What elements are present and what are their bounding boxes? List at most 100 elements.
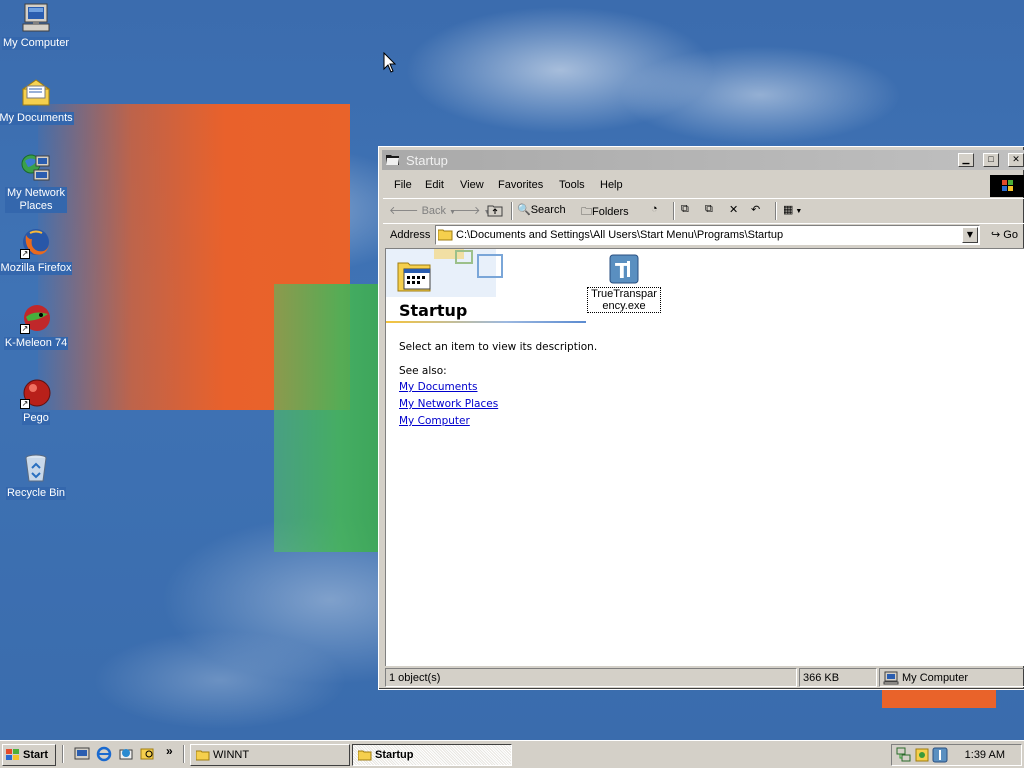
computer-icon xyxy=(20,2,52,34)
forward-arrow-icon: 🡒 xyxy=(451,205,481,217)
desktop-icon-label: My Documents xyxy=(0,112,74,125)
close-button[interactable]: ✕ xyxy=(1008,153,1024,167)
desktop-icon-my-documents[interactable]: My Documents xyxy=(0,77,74,125)
desktop-icon-pego[interactable]: ↗ Pego xyxy=(0,377,74,425)
desktop-icon-label: Pego xyxy=(22,412,50,425)
network-tray-icon[interactable] xyxy=(896,747,912,763)
wallpaper-green-shape xyxy=(274,284,384,552)
menu-help[interactable]: Help xyxy=(600,179,623,191)
menu-tools[interactable]: Tools xyxy=(559,179,585,191)
address-input[interactable]: C:\Documents and Settings\All Users\Star… xyxy=(435,225,980,245)
up-folder-button[interactable] xyxy=(487,203,503,220)
desktop-icon-k-meleon[interactable]: ↗ K-Meleon 74 xyxy=(0,302,74,350)
desktop-icon-label: Mozilla Firefox xyxy=(0,262,73,275)
delete-button[interactable]: ✕ xyxy=(729,203,738,216)
go-button[interactable]: ↪ Go xyxy=(991,228,1018,241)
copy-to-button[interactable]: ⧉ xyxy=(705,203,713,216)
wallpaper-orange-strip xyxy=(882,688,996,708)
search-button[interactable]: 🔍Search xyxy=(517,203,566,216)
go-label: Go xyxy=(1003,229,1018,241)
desktop-icon-my-computer[interactable]: My Computer xyxy=(0,2,74,50)
truetransparency-icon: T xyxy=(608,253,640,285)
forward-button[interactable]: 🡒 ▼ xyxy=(451,203,491,217)
windows-logo-icon xyxy=(990,175,1024,197)
up-folder-icon xyxy=(487,205,503,217)
folder-icon xyxy=(358,750,372,761)
undo-button[interactable]: ↶ xyxy=(751,203,760,216)
history-button[interactable]: ◔ xyxy=(651,203,658,215)
outlook-express-icon[interactable] xyxy=(118,746,134,762)
taskbar-button-startup[interactable]: Startup xyxy=(352,744,512,766)
folder-content-area[interactable]: Startup Select an item to view its descr… xyxy=(385,248,1024,666)
toolbar-separator xyxy=(511,202,513,220)
explorer-search-icon[interactable] xyxy=(140,746,156,762)
taskbar: Start » WINNT Startup 1:39 AM xyxy=(0,740,1024,768)
firefox-icon: ↗ xyxy=(20,227,52,259)
volume-tray-icon[interactable] xyxy=(914,747,930,763)
shortcut-arrow-icon: ↗ xyxy=(20,399,30,409)
status-zone-label: My Computer xyxy=(902,672,969,684)
standard-toolbar: 🡐 Back ▼ 🡒 ▼ 🔍Search 🗀Folders ◔ ⧉ ⧉ ✕ ↶ … xyxy=(383,198,1024,222)
chevron-down-icon: ▼ xyxy=(966,230,974,239)
back-button[interactable]: 🡐 Back ▼ xyxy=(389,203,456,217)
toolbar-separator xyxy=(775,202,777,220)
start-button[interactable]: Start xyxy=(2,744,56,766)
address-label: Address xyxy=(390,229,431,241)
desktop-icon-mozilla-firefox[interactable]: ↗ Mozilla Firefox xyxy=(0,227,74,275)
show-desktop-icon[interactable] xyxy=(74,746,90,762)
computer-icon xyxy=(883,671,899,685)
search-label: Search xyxy=(530,204,566,216)
system-tray: 1:39 AM xyxy=(891,744,1022,766)
taskbar-separator xyxy=(183,745,185,763)
status-zone: My Computer xyxy=(879,668,1024,687)
desktop-icon-recycle-bin[interactable]: Recycle Bin xyxy=(0,452,74,500)
minimize-button[interactable]: ▁ xyxy=(958,153,974,167)
address-bar: Address C:\Documents and Settings\All Us… xyxy=(383,223,1024,247)
go-arrow-icon: ↪ xyxy=(991,229,1001,241)
windows-logo-icon xyxy=(6,749,19,760)
move-to-icon: ⧉ xyxy=(681,203,689,215)
file-item[interactable]: T TrueTransparency.exe xyxy=(586,253,662,313)
folder-icon xyxy=(196,750,210,761)
shortcut-arrow-icon: ↗ xyxy=(20,324,30,334)
recycle-bin-icon xyxy=(20,452,52,484)
window-titlebar[interactable]: Startup ▁ □ ✕ xyxy=(382,150,1024,170)
clock[interactable]: 1:39 AM xyxy=(965,749,1005,761)
svg-text:T: T xyxy=(615,259,629,283)
webview-title: Startup xyxy=(399,301,468,320)
taskbar-button-label: Startup xyxy=(375,749,414,761)
truetransparency-tray-icon[interactable] xyxy=(932,747,948,763)
menu-edit[interactable]: Edit xyxy=(425,179,444,191)
explorer-window[interactable]: Startup ▁ □ ✕ File Edit View Favorites T… xyxy=(378,146,1024,690)
folders-button[interactable]: 🗀Folders xyxy=(581,203,629,222)
shortcut-arrow-icon: ↗ xyxy=(20,249,30,259)
menu-view[interactable]: View xyxy=(460,179,484,191)
minimize-icon: ▁ xyxy=(962,154,970,164)
maximize-button[interactable]: □ xyxy=(983,153,999,167)
webview-header: Startup xyxy=(386,249,586,323)
start-label: Start xyxy=(23,749,49,761)
desktop-icon-my-network-places[interactable]: My Network Places xyxy=(0,152,74,213)
item-description: Select an item to view its description. xyxy=(399,341,598,353)
link-my-documents[interactable]: My Documents xyxy=(399,381,477,393)
folder-documents-icon xyxy=(20,77,52,109)
quicklaunch-more-button[interactable]: » xyxy=(166,744,173,758)
copy-to-icon: ⧉ xyxy=(705,203,713,215)
internet-explorer-icon[interactable] xyxy=(96,746,112,762)
webview-banner-graphic xyxy=(386,249,503,297)
move-to-button[interactable]: ⧉ xyxy=(681,203,689,216)
views-button[interactable]: ▦ ▼ xyxy=(783,203,802,216)
menu-file[interactable]: File xyxy=(394,179,412,191)
taskbar-button-winnt[interactable]: WINNT xyxy=(190,744,350,766)
address-dropdown-button[interactable]: ▼ xyxy=(962,227,978,243)
taskbar-button-label: WINNT xyxy=(213,749,250,761)
desktop-icon-label: K-Meleon 74 xyxy=(3,337,69,350)
link-my-computer[interactable]: My Computer xyxy=(399,415,470,427)
search-icon: 🔍 xyxy=(517,204,531,216)
kmeleon-icon: ↗ xyxy=(20,302,52,334)
desktop-icon-label: Recycle Bin xyxy=(5,487,67,500)
link-my-network-places[interactable]: My Network Places xyxy=(399,398,498,410)
menu-favorites[interactable]: Favorites xyxy=(498,179,543,191)
webview-divider xyxy=(386,321,586,323)
menu-bar: File Edit View Favorites Tools Help xyxy=(383,175,1024,195)
